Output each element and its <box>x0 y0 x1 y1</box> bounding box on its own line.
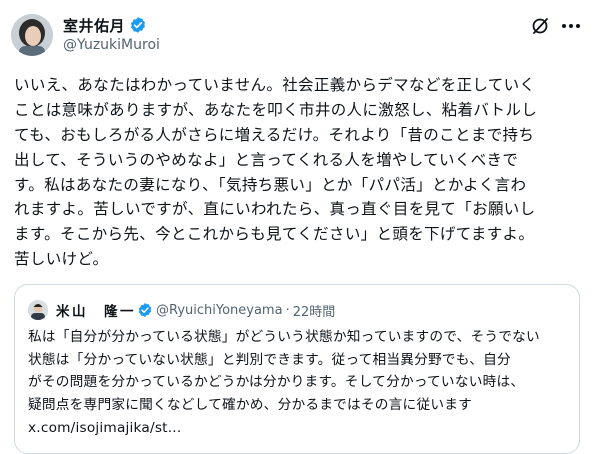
tweet-text-line: れますよ。苦しいですが、直にいわれたら、真っ直ぐ目を見て「お願いし <box>14 200 536 219</box>
author-handle[interactable]: @YuzukiMuroi <box>63 37 160 53</box>
verified-badge-icon <box>130 17 146 33</box>
more-icon[interactable] <box>560 16 582 36</box>
quoted-text-line: 私は「自分が分かっている状態」がどういう状態か知っていますので、そうでない <box>28 329 540 345</box>
author-display-name[interactable]: 室井佑月 <box>63 15 125 36</box>
grok-icon[interactable] <box>530 16 550 36</box>
quoted-text-line: がその問題を分かっているかどうかは分かります。そして分かっていない時は、 <box>28 374 525 391</box>
header-separator: · <box>285 302 290 318</box>
tweet-text-line: ます。そこから先、今とこれからも見てください」と頭を下げてますよ。 <box>14 225 535 244</box>
quoted-tweet-card[interactable]: 米山 隆一 @RyuichiYoneyama · 22時間 私は「自分が分かって… <box>14 284 580 454</box>
tweet-text-line: 苦しいけど。 <box>14 250 109 269</box>
tweet-text: いいえ、あなたはわかっていません。社会正義からデマなどを正していく ことは意味が… <box>14 73 589 272</box>
author-name-row[interactable]: 室井佑月 <box>63 15 147 35</box>
author-avatar[interactable] <box>11 14 53 56</box>
tweet-text-line: 出して、そういうのやめなよ」と言ってくれる人を増やしていくべきで <box>14 150 519 169</box>
quoted-timestamp: 22時間 <box>292 304 336 320</box>
quoted-author-handle: @RyuichiYoneyama <box>156 302 283 318</box>
quoted-tweet-text: 私は「自分が分かっている状態」がどういう状態か知っていますので、そうでない 状態… <box>28 326 573 439</box>
quoted-text-line: 状態は「分かっていない状態」と判別できます。従って相当異分野でも、自分 <box>28 351 511 368</box>
quoted-author-name: 米山 隆一 <box>56 304 136 320</box>
tweet-text-line: いいえ、あなたはわかっていません。社会正義からデマなどを正していく <box>14 76 536 94</box>
tweet-text-line: ても、おもしろがる人がさらに増えるだけ。それより「昔のことまで持ち <box>14 125 535 144</box>
quoted-tweet-header: 米山 隆一 @RyuichiYoneyama · 22時間 <box>28 299 335 321</box>
quoted-link[interactable]: x.com/isojimajika/st... <box>28 417 573 440</box>
quoted-text-line: 疑問点を専門家に聞くなどして確かめ、分かるまではその言に従います <box>28 397 472 414</box>
verified-badge-icon <box>138 303 152 317</box>
tweet-text-line: す。私はあなたの妻になり、「気持ち悪い」とか「パパ活」とかよく言わ <box>14 175 527 194</box>
tweet-text-line: ことは意味がありますが、あなたを叩く市井の人に激怒し、粘着バトルし <box>14 100 538 119</box>
quoted-author-avatar <box>28 300 48 320</box>
